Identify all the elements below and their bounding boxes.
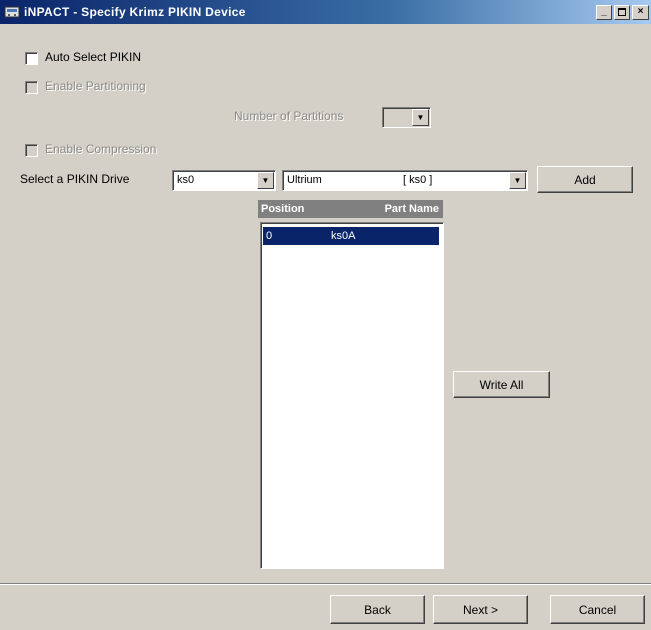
device-type-value: Ultrium — [287, 174, 322, 186]
maximize-button[interactable] — [614, 5, 630, 20]
next-button[interactable]: Next > — [433, 595, 528, 624]
footer-divider — [0, 583, 651, 585]
partition-list[interactable]: 0 ks0A — [260, 222, 444, 569]
list-item-position: 0 — [266, 230, 273, 242]
back-button[interactable]: Back — [330, 595, 425, 624]
cancel-button[interactable]: Cancel — [550, 595, 645, 624]
add-button[interactable]: Add — [537, 166, 633, 193]
column-header-position[interactable]: Position — [261, 200, 304, 218]
chevron-down-icon: ▼ — [257, 172, 274, 189]
minimize-button[interactable]: _ — [596, 5, 612, 20]
maximize-icon — [618, 8, 626, 16]
pikin-device-dialog: iNPACT - Specify Krimz PIKIN Device _ × … — [0, 0, 651, 630]
enable-partitioning-checkbox[interactable] — [25, 81, 38, 94]
title-bar: iNPACT - Specify Krimz PIKIN Device _ × — [0, 0, 651, 24]
select-drive-label: Select a PIKIN Drive — [20, 172, 130, 186]
close-button[interactable]: × — [632, 5, 649, 20]
list-header: Position Part Name — [258, 200, 443, 218]
window-title: iNPACT - Specify Krimz PIKIN Device — [24, 5, 246, 19]
close-icon: × — [637, 6, 644, 17]
list-item-part-name: ks0A — [331, 230, 356, 242]
auto-select-label: Auto Select PIKIN — [45, 50, 142, 64]
enable-compression-checkbox[interactable] — [25, 144, 38, 157]
auto-select-checkbox[interactable] — [25, 52, 38, 65]
minimize-icon: _ — [601, 6, 607, 17]
drive-select-value: ks0 — [177, 174, 195, 186]
number-of-partitions-select[interactable]: ▼ — [382, 107, 431, 128]
app-icon — [4, 6, 20, 18]
column-header-part-name[interactable]: Part Name — [385, 200, 439, 218]
device-type-suffix: [ ks0 ] — [403, 174, 433, 186]
chevron-down-icon: ▼ — [509, 172, 526, 189]
device-type-select[interactable]: Ultrium [ ks0 ] ▼ — [282, 170, 528, 191]
enable-compression-label: Enable Compression — [45, 142, 157, 156]
enable-partitioning-label: Enable Partitioning — [45, 79, 146, 93]
list-item[interactable]: 0 ks0A — [263, 227, 439, 245]
drive-select[interactable]: ks0 ▼ — [172, 170, 276, 191]
write-all-button[interactable]: Write All — [453, 371, 550, 398]
number-of-partitions-label: Number of Partitions — [234, 109, 344, 123]
chevron-down-icon: ▼ — [412, 109, 429, 126]
